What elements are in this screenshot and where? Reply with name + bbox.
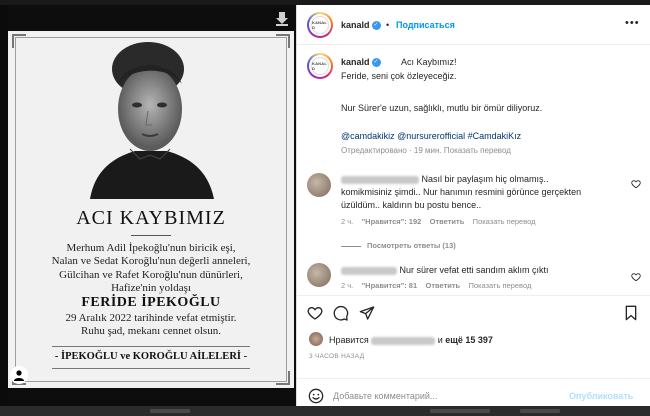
comment-icon[interactable] xyxy=(333,305,349,321)
logo-text: KANAL D xyxy=(312,20,327,30)
liker-avatar[interactable] xyxy=(309,332,323,346)
translate-link[interactable]: Показать перевод xyxy=(469,281,532,290)
instagram-post-modal: ACI KAYBIMIZ Merhum Adil İpekoğlu'nun bi… xyxy=(0,0,650,416)
caption-meta: Отредактировано · 19 мин. Показать перев… xyxy=(341,146,511,155)
comment-text: Nasıl bir paylaşım hiç olmamış.. xyxy=(341,173,549,186)
portrait-photo xyxy=(80,39,222,199)
blurred-username xyxy=(371,336,436,345)
heart-icon[interactable] xyxy=(631,179,641,189)
view-replies-button[interactable]: Посмотреть ответы (13) xyxy=(341,241,456,250)
comment-text: üzüldüm.. kaldırın bu postu bence.. xyxy=(341,200,482,210)
share-icon[interactable] xyxy=(359,305,375,321)
publish-button[interactable]: Опубликовать xyxy=(569,391,633,401)
header-dot: • xyxy=(386,20,390,30)
account-avatar[interactable]: KANAL D xyxy=(307,12,333,38)
comment-text: komikmisiniz şimdi.. Nur hanımın resmini… xyxy=(341,187,582,197)
memorial-poster: ACI KAYBIMIZ Merhum Adil İpekoğlu'nun bi… xyxy=(8,31,294,388)
caption-line-2: Feride, seni çok özleyeceğiz. xyxy=(341,71,457,81)
comment-likes[interactable]: "Нравится": 81 xyxy=(362,281,418,290)
post-details-panel: KANAL D kanald ✓ • Подписаться ••• KANAL … xyxy=(296,5,650,406)
likes-count[interactable]: ещё 15 397 xyxy=(445,335,493,345)
comment-text: Nur sürer vefat etti sandım aklım çıktı xyxy=(341,264,549,277)
translate-link[interactable]: Показать перевод xyxy=(473,217,536,226)
logo-text: KANAL D xyxy=(312,61,327,71)
caption-line-1: Acı Kaybımız! xyxy=(401,57,457,67)
blurred-username xyxy=(341,175,419,184)
poster-name: FERİDE İPEKOĞLU xyxy=(81,295,221,310)
post-timestamp: 3 ЧАСОВ НАЗАД xyxy=(309,353,365,360)
more-options-icon[interactable]: ••• xyxy=(625,17,640,29)
poster-body-2: 29 Aralık 2022 tarihinde vefat etmiştir.… xyxy=(65,312,237,338)
heart-icon[interactable] xyxy=(631,272,641,282)
user-icon xyxy=(14,370,24,381)
tagged-users-button[interactable] xyxy=(10,366,28,384)
download-icon[interactable] xyxy=(276,12,288,26)
commenter-avatar[interactable] xyxy=(307,263,331,287)
commenter-avatar[interactable] xyxy=(307,173,331,197)
like-heart-icon[interactable] xyxy=(307,305,323,321)
backdrop-bottom xyxy=(0,406,650,416)
comment-meta: 2 ч. "Нравится": 81 Ответить Показать пе… xyxy=(341,281,532,290)
caption-tags[interactable]: @camdakikiz @nursurerofficial #CamdakiKı… xyxy=(341,131,521,141)
comment-likes[interactable]: "Нравится": 192 xyxy=(362,217,422,226)
caption-line-3: Nur Sürer'e uzun, sağlıklı, mutlu bir öm… xyxy=(341,103,543,113)
reply-button[interactable]: Ответить xyxy=(425,281,460,290)
verified-badge-icon: ✓ xyxy=(371,58,381,68)
follow-button[interactable]: Подписаться xyxy=(396,20,455,30)
header-username[interactable]: kanald xyxy=(341,20,370,30)
comment-input[interactable] xyxy=(333,386,563,406)
poster-body: Merhum Adil İpekoğlu'nun biricik eşi, Na… xyxy=(51,242,251,295)
poster-families: - İPEKOĞLU ve KOROĞLU AİLELERİ - xyxy=(54,351,248,362)
poster-title: ACI KAYBIMIZ xyxy=(76,207,226,229)
bookmark-icon[interactable] xyxy=(623,305,639,321)
verified-badge-icon: ✓ xyxy=(371,21,381,31)
blurred-username xyxy=(341,266,397,275)
caption-username[interactable]: kanald xyxy=(341,57,370,67)
likes-summary: Нравится и ещё 15 397 xyxy=(329,335,493,345)
emoji-icon[interactable] xyxy=(308,388,324,404)
reply-button[interactable]: Ответить xyxy=(430,217,465,226)
comment-meta: 2 ч. "Нравится": 192 Ответить Показать п… xyxy=(341,217,536,226)
caption-avatar[interactable]: KANAL D xyxy=(307,53,333,79)
